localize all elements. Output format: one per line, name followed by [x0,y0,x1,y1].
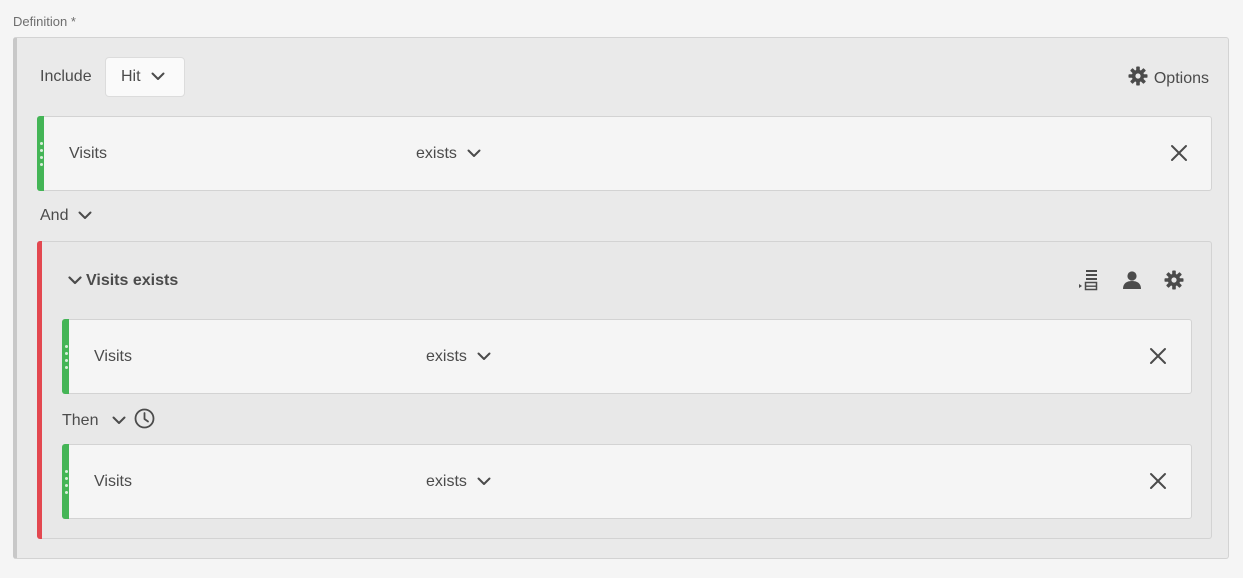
close-icon[interactable] [1149,472,1167,495]
gear-icon[interactable] [1164,270,1184,295]
then-operator-label: Then [62,412,99,429]
drag-handle[interactable] [64,470,68,494]
group-accent-bar [37,241,42,539]
group-toolbar [1078,269,1184,296]
definition-container: Include Hit Options Visits exists And Vi… [13,37,1229,559]
user-icon[interactable] [1122,270,1142,295]
group-toggle[interactable]: Visits exists [68,272,178,290]
chevron-down-icon [112,412,126,430]
rule-operator-dropdown[interactable]: exists [426,473,491,491]
chevron-down-icon [477,348,491,366]
rule-operator-dropdown[interactable]: exists [416,145,481,163]
group-title: Visits exists [86,272,179,289]
chevron-down-icon [477,473,491,491]
chevron-down-icon [151,68,165,86]
and-operator-dropdown[interactable]: And [40,207,92,225]
clock-icon[interactable] [134,408,155,434]
chevron-down-icon [68,272,82,290]
and-operator-label: And [40,207,69,224]
include-label: Include [40,68,92,85]
options-label: Options [1153,69,1209,87]
then-operator[interactable]: Then [62,408,155,434]
definition-label-text: Definition [13,14,68,29]
rule-row[interactable]: Visits exists [62,444,1192,519]
rule-operator-dropdown[interactable]: exists [426,348,491,366]
scope-dropdown-value: Hit [121,68,141,85]
drag-handle[interactable] [64,345,68,369]
rule-operator-value: exists [426,473,467,490]
rule-operator-value: exists [416,145,457,162]
gear-icon [1128,66,1148,91]
rule-group: Visits exists Visits exists Then Visits … [37,241,1212,539]
rule-row[interactable]: Visits exists [37,116,1212,191]
rule-operator-value: exists [426,348,467,365]
close-icon[interactable] [1149,347,1167,370]
scope-dropdown[interactable]: Hit [105,57,185,97]
required-marker: * [70,14,76,29]
rule-row[interactable]: Visits exists [62,319,1192,394]
options-button[interactable]: Options [1128,66,1209,91]
sequence-list-icon[interactable] [1078,269,1100,296]
chevron-down-icon [467,145,481,163]
definition-label: Definition * [13,14,76,29]
rule-dimension[interactable]: Visits [69,145,107,163]
drag-handle[interactable] [39,142,43,166]
rule-dimension[interactable]: Visits [94,348,132,366]
chevron-down-icon [78,207,92,225]
rule-dimension[interactable]: Visits [94,473,132,491]
close-icon[interactable] [1170,144,1188,167]
